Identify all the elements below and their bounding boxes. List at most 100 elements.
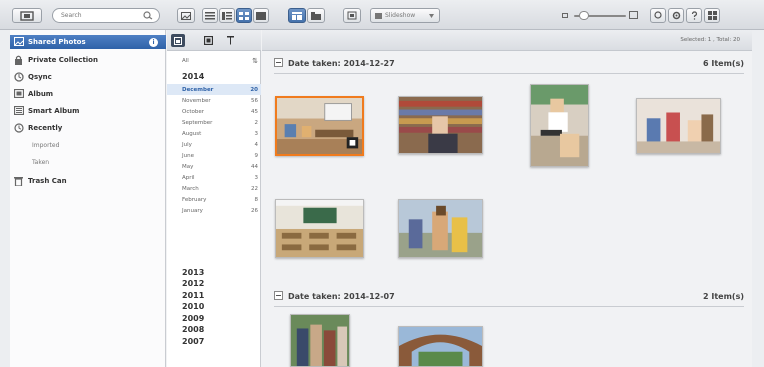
info-icon[interactable]: i — [149, 38, 158, 47]
month-item[interactable]: June 9 — [167, 150, 261, 161]
photo-thumbnail[interactable] — [398, 96, 483, 154]
photo-mode-icon — [181, 11, 191, 20]
search-field[interactable] — [52, 8, 160, 23]
empty-classroom-photo — [276, 200, 363, 257]
sidebar-item-label: Shared Photos — [28, 38, 86, 46]
library-photo — [399, 97, 482, 153]
sidebar-item-private-collection[interactable]: Private Collection — [10, 53, 166, 67]
month-item[interactable]: November 56 — [167, 95, 261, 106]
folder-view-button[interactable] — [307, 8, 325, 23]
thumbnail-size-slider[interactable] — [562, 10, 638, 22]
sidebar-item-shared-photos[interactable]: Shared Photos i — [10, 35, 166, 49]
year-item[interactable]: 2013 — [167, 266, 261, 278]
group-divider — [274, 306, 744, 307]
month-count: 26 — [251, 207, 258, 214]
month-label: May — [182, 163, 194, 170]
sidebar-item-imported[interactable]: Imported — [10, 139, 166, 152]
sidebar-item-smart-album[interactable]: Smart Album — [10, 104, 166, 118]
group-item-count: 2 Item(s) — [703, 291, 744, 301]
month-count: 22 — [251, 185, 258, 192]
sidebar-item-taken[interactable]: Taken — [10, 156, 166, 169]
year-item[interactable]: 2009 — [167, 312, 261, 324]
timeline-button[interactable] — [288, 8, 306, 23]
filter-icon — [226, 36, 234, 45]
month-count: 56 — [251, 97, 258, 104]
month-label: June — [182, 152, 194, 159]
month-label: January — [182, 207, 203, 214]
month-item[interactable]: July 4 — [167, 139, 261, 150]
year-item[interactable]: 2007 — [167, 335, 261, 347]
year-item[interactable]: 2012 — [167, 278, 261, 290]
slideshow-dropdown[interactable]: Slideshow — [370, 8, 440, 23]
large-view-button[interactable] — [253, 8, 269, 23]
sidebar-item-trash-can[interactable]: Trash Can — [10, 174, 166, 188]
month-label: September — [182, 119, 213, 126]
year-item[interactable]: 2008 — [167, 324, 261, 336]
trash-icon — [14, 177, 23, 186]
rotate-icon — [347, 11, 357, 20]
year-item[interactable]: 2014 — [167, 70, 261, 82]
thumbnail-view-button[interactable] — [236, 8, 252, 23]
photo-thumbnail[interactable] — [398, 199, 483, 258]
photo-thumbnail[interactable] — [398, 326, 483, 367]
year-item[interactable]: 2011 — [167, 289, 261, 301]
group-select-checkbox[interactable] — [274, 58, 283, 67]
sidebar-item-label: Private Collection — [28, 56, 98, 64]
students-raising-hands-photo — [637, 99, 720, 153]
month-item[interactable]: October 45 — [167, 106, 261, 117]
search-input[interactable] — [61, 12, 131, 19]
shared-photos-icon — [14, 37, 24, 46]
month-label: March — [182, 185, 199, 192]
photo-thumbnail[interactable] — [636, 98, 721, 154]
help-button[interactable] — [686, 8, 702, 23]
month-item[interactable]: September 2 — [167, 117, 261, 128]
sidebar-item-label: Trash Can — [28, 177, 67, 185]
classroom-photo — [277, 98, 362, 154]
month-item[interactable]: February 8 — [167, 194, 261, 205]
photo-thumbnail[interactable] — [275, 199, 364, 258]
settings-button[interactable] — [668, 8, 684, 23]
all-dates-item[interactable]: All ⇅ — [167, 55, 261, 66]
month-count: 44 — [251, 163, 258, 170]
sidebar-item-label: Qsync — [28, 73, 52, 81]
detail-view-button[interactable] — [219, 8, 235, 23]
month-item[interactable]: May 44 — [167, 161, 261, 172]
month-item[interactable]: March 22 — [167, 183, 261, 194]
list-view-button[interactable] — [202, 8, 218, 23]
month-label: April — [182, 174, 195, 181]
search-icon — [143, 11, 153, 20]
image-search-button[interactable] — [650, 8, 666, 23]
photo-thumbnail[interactable] — [290, 314, 350, 367]
month-label: December — [182, 86, 214, 93]
magnify-icon — [653, 11, 662, 19]
sidebar-item-qsync[interactable]: Qsync — [10, 70, 166, 84]
vertical-scrollbar[interactable] — [752, 30, 764, 367]
timeline-toggle-button[interactable] — [171, 34, 185, 47]
month-item[interactable]: December 20 — [167, 84, 261, 95]
month-item[interactable]: April 3 — [167, 172, 261, 183]
more-button[interactable] — [704, 8, 720, 23]
sidebar-item-recently[interactable]: Recently — [10, 121, 166, 135]
grid-icon — [203, 36, 213, 45]
photo-thumbnail[interactable] — [530, 84, 589, 167]
gear-icon — [672, 11, 680, 20]
grid-toggle-button[interactable] — [201, 34, 215, 47]
slider-handle[interactable] — [579, 11, 589, 20]
month-label: July — [182, 141, 192, 148]
month-count: 8 — [254, 196, 259, 203]
rotate-button[interactable] — [343, 8, 361, 23]
filter-button[interactable] — [223, 34, 237, 47]
all-dates-label: All — [182, 57, 189, 64]
group-photo — [291, 315, 349, 366]
sidebar-item-album[interactable]: Album — [10, 87, 166, 101]
question-icon — [691, 11, 697, 20]
month-item[interactable]: January 26 — [167, 205, 261, 216]
month-item[interactable]: August 3 — [167, 128, 261, 139]
grid-menu-icon — [707, 11, 717, 20]
browse-mode-button[interactable] — [177, 8, 195, 23]
year-item[interactable]: 2010 — [167, 301, 261, 313]
home-button[interactable] — [12, 8, 42, 23]
sort-icon[interactable]: ⇅ — [252, 57, 258, 65]
photo-thumbnail[interactable] — [275, 96, 364, 156]
group-select-checkbox[interactable] — [274, 291, 283, 300]
